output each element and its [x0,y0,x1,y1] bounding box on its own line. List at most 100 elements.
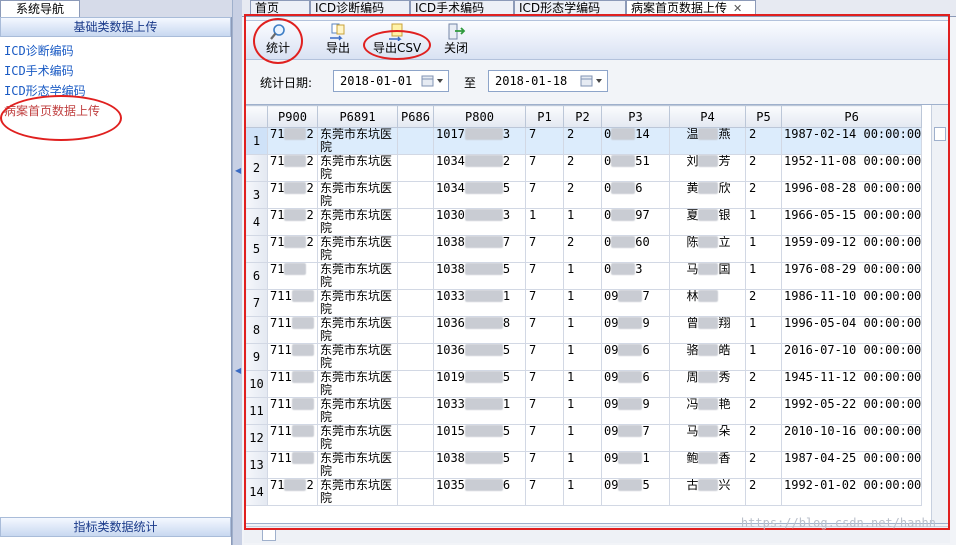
date-to-picker[interactable]: 2018-01-18 [488,70,608,92]
cell-p4-first: 骆 [686,343,699,357]
table-row[interactable]: 10 711 东莞市东坑医院 1019 5 7 1 09 6 周 秀 2 1945-11-12 00:… [245,370,923,398]
column-header[interactable]: P1 [525,105,564,128]
cell-p900-prefix: 711 [270,397,292,411]
cell-p1: 7 [529,343,537,357]
cell-p800-prefix: 1033 [436,397,465,411]
redacted-blur [618,452,643,464]
cell-p4-first: 温 [686,127,699,141]
redacted-blur [464,452,503,464]
row-number: 6 [252,268,261,283]
row-number: 10 [249,376,264,391]
tab-icd-morphology[interactable]: ICD形态学编码 [514,0,626,15]
cell-p900-prefix: 711 [270,343,292,357]
redacted-blur [464,371,503,383]
cell-p800-suffix: 6 [502,478,511,492]
nav-item-icd-surgery[interactable]: ICD手术编码 [4,61,100,81]
cell-p800-suffix: 5 [502,343,511,357]
column-header[interactable]: P5 [745,105,782,128]
collapse-arrow-icon[interactable]: ◀ [235,165,241,177]
cell-p2: 1 [567,370,575,384]
row-number: 11 [249,403,264,418]
nav-section-basic-upload[interactable]: 基础类数据上传 [0,17,231,37]
cell-p1: 7 [529,181,537,195]
cell-p1: 7 [529,127,537,141]
scrollbar-thumb[interactable] [934,127,946,141]
column-header[interactable]: P6 [780,105,923,128]
column-header[interactable]: P800 [433,105,526,128]
stats-button[interactable]: 统计 [261,22,295,59]
column-header[interactable]: P4 [669,105,746,128]
tab-icd-diagnosis[interactable]: ICD诊断编码 [310,0,410,15]
table-row[interactable]: 8 711 东莞市东坑医院 1036 8 7 1 09 9 曾 翔 1 1996-05-04 00:0… [245,316,923,344]
redacted-blur [618,371,643,383]
cell-p800-prefix: 1036 [436,316,465,330]
column-header[interactable]: P6891 [317,105,398,128]
cell-p6: 1986-11-10 00:00:00 [784,289,922,303]
stat-date-label: 统计日期: [260,76,313,90]
tab-medical-record-upload[interactable]: 病案首页数据上传 ✕ [626,0,756,16]
data-grid[interactable]: P900 P6891 P686 P800 P1 P2 P3 P4 P5 P6 1… [244,104,950,524]
cell-p6: 1992-01-02 00:00:00 [784,478,922,492]
export-button[interactable]: 导出 [321,22,355,59]
close-button[interactable]: 关闭 [441,22,471,59]
table-row[interactable]: 2 71 2 东莞市东坑医院 1034 2 7 2 0 51 刘 芳 2 1952-11-08 00:0… [245,154,923,182]
cell-p3-prefix: 09 [604,424,619,438]
tab-home[interactable]: 首页 [250,0,310,15]
tab-icd-surgery[interactable]: ICD手术编码 [410,0,514,15]
calendar-dropdown-icon[interactable] [420,73,446,89]
table-row[interactable]: 13 711 东莞市东坑医院 1038 5 7 1 09 1 鲍 香 2 1987-04-25 00:… [245,451,923,479]
column-header[interactable]: P900 [267,105,318,128]
cell-p2: 1 [567,343,575,357]
cell-hospital: 东莞市东坑医院 [320,154,393,181]
table-row[interactable]: 9 711 东莞市东坑医院 1036 5 7 1 09 6 骆 皓 1 2016-07-10 00:0… [245,343,923,371]
redacted-blur [284,128,307,140]
cell-p800-prefix: 1019 [436,370,465,384]
nav-tab-system[interactable]: 系统导航 [0,0,80,18]
table-row[interactable]: 14 71 2 东莞市东坑医院 1035 6 7 1 09 5 古兴 2 1992-01-02 00:… [245,478,923,506]
close-icon[interactable]: ✕ [733,2,742,15]
cell-p6: 2016-07-10 00:00:00 [784,343,922,357]
cell-p5: 2 [749,127,757,141]
table-row[interactable]: 1 71 2 东莞市东坑医院 1017 3 7 2 0 14 温 燕 2 1987-02-14 00:0… [245,127,923,155]
table-row[interactable]: 11 711 东莞市东坑医院 1033 1 7 1 09 9 冯 艳 2 1992-05-22 00:… [245,397,923,425]
cell-p3-prefix: 09 [604,289,619,303]
cell-hospital: 东莞市东坑医院 [320,262,393,289]
nav-item-medical-record-upload[interactable]: 病案首页数据上传 [4,101,100,121]
cell-p5: 2 [749,478,757,492]
table-row[interactable]: 7 711 东莞市东坑医院 1033 1 7 1 09 7 林 2 1986-11-10 00:00… [245,289,923,317]
nav-item-icd-morphology[interactable]: ICD形态学编码 [4,81,100,101]
nav-item-icd-diagnosis[interactable]: ICD诊断编码 [4,41,100,61]
table-row[interactable]: 5 71 2 东莞市东坑医院 1038 7 7 2 0 60 陈 立 1 1959-09-12 00:0… [245,235,923,263]
export-csv-button[interactable]: 导出CSV [373,22,421,59]
redacted-blur [291,371,314,383]
redacted-blur [291,317,314,329]
nav-section-indicator-stats[interactable]: 指标类数据统计 [0,517,231,537]
table-row[interactable]: 12 711 东莞市东坑医院 1015 5 7 1 09 7 马 朵 2 2010-10-16 00:… [245,424,923,452]
cell-p900-prefix: 711 [270,289,292,303]
cell-p2: 2 [567,235,575,249]
date-from-picker[interactable]: 2018-01-01 [333,70,449,92]
redacted-blur [284,263,307,275]
column-header[interactable]: P2 [563,105,602,128]
cell-p800-suffix: 8 [502,316,511,330]
cell-p4-last: 芳 [718,154,731,168]
cell-p4-last: 香 [718,451,731,465]
table-row[interactable]: 6 71 东莞市东坑医院 1038 5 7 1 0 3 马国 1 1976-08-29 00:00:… [245,262,923,290]
scrollbar-thumb[interactable] [262,529,276,541]
cell-hospital: 东莞市东坑医院 [320,316,393,343]
column-header[interactable]: P686 [397,105,434,128]
cell-p2: 1 [567,424,575,438]
collapse-arrow-icon[interactable]: ◀ [235,365,241,377]
cell-p3-prefix: 0 [604,154,612,168]
table-row[interactable]: 4 71 2 东莞市东坑医院 1030 3 1 1 0 97 夏 银 1 1966-05-15 00:0… [245,208,923,236]
cell-p2: 2 [567,127,575,141]
cell-p4-first: 陈 [686,235,699,249]
row-number: 12 [249,430,264,445]
calendar-dropdown-icon[interactable] [579,73,605,89]
cell-p900-prefix: 71 [270,208,285,222]
cell-p900-suffix: 2 [306,127,314,141]
table-row[interactable]: 3 71 2 东莞市东坑医院 1034 5 7 2 0 6 黄 欣 2 1996-08-28 00:00… [245,181,923,209]
redacted-blur [618,344,643,356]
column-header[interactable]: P3 [601,105,670,128]
vertical-scrollbar[interactable] [931,105,949,523]
